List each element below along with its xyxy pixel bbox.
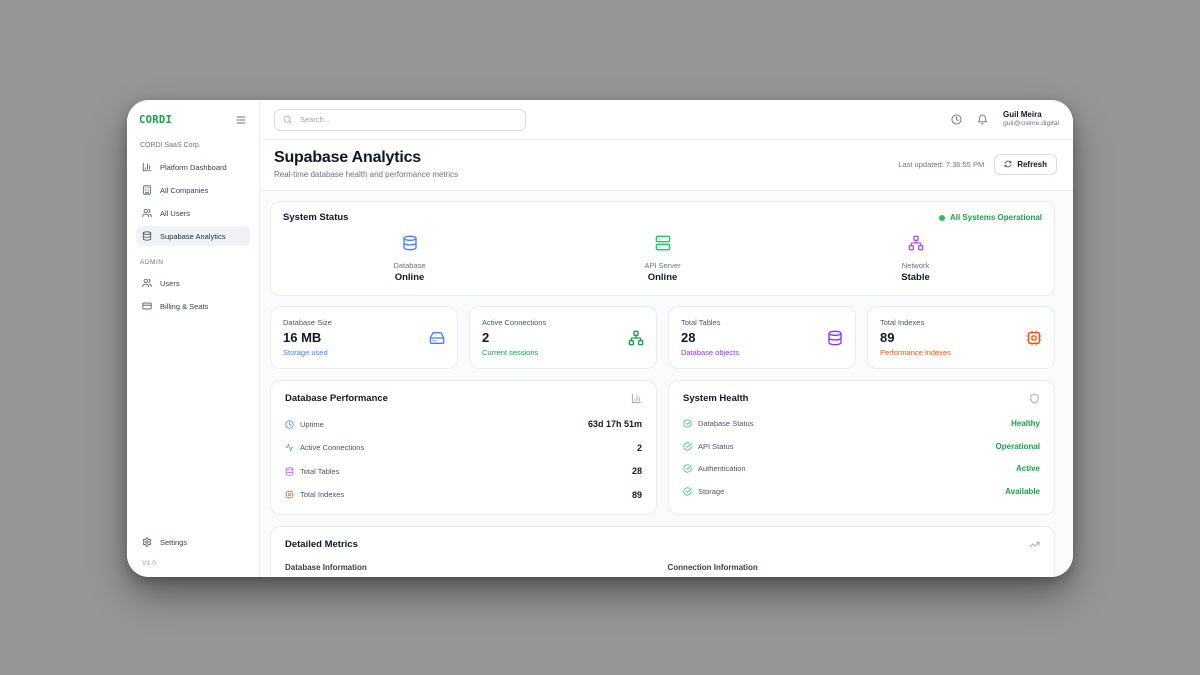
refresh-button[interactable]: Refresh <box>994 154 1057 175</box>
health-row-api-status: API Status Operational <box>683 442 1040 451</box>
sidebar-item-all-companies[interactable]: All Companies <box>136 180 250 200</box>
metric-card-database-size: Database Size 16 MB Storage used <box>270 306 458 369</box>
health-row-authentication: Authentication Active <box>683 464 1040 473</box>
bell-icon[interactable] <box>977 114 988 125</box>
check-circle-icon <box>683 464 692 473</box>
panel-grid: Database Performance Uptime 63d 17h 51m <box>270 380 1055 515</box>
search-box[interactable] <box>274 109 526 131</box>
clock-icon <box>285 420 294 429</box>
status-badge: All Systems Operational <box>939 213 1042 222</box>
database-icon <box>402 235 418 251</box>
metrics-grid: Database Size 16 MB Storage used Active … <box>270 306 1055 369</box>
user-name: Guil Meira <box>1003 110 1059 120</box>
perf-row-total-tables: Total Tables 28 <box>285 466 642 476</box>
page-header-text: Supabase Analytics Real-time database he… <box>274 149 458 179</box>
server-icon <box>655 235 671 251</box>
detail-col-connection-information: Connection Information Active Connection… <box>668 563 1041 578</box>
page-title: Supabase Analytics <box>274 149 458 167</box>
sidebar-item-label: Supabase Analytics <box>160 232 225 241</box>
sidebar-item-label: Users <box>160 279 180 288</box>
building-icon <box>142 185 152 195</box>
users-icon <box>142 208 152 218</box>
menu-icon[interactable] <box>235 114 247 126</box>
sidebar-item-supabase-analytics[interactable]: Supabase Analytics <box>136 226 250 246</box>
main-area: Guil Meira guil@creme.digital Supabase A… <box>260 100 1073 577</box>
system-status-card: System Status All Systems Operational Da… <box>270 201 1055 296</box>
health-row-database-status: Database Status Healthy <box>683 419 1040 428</box>
shield-icon <box>1029 393 1040 404</box>
metric-card-active-connections: Active Connections 2 Current sessions <box>469 306 657 369</box>
brand-logo: CORDI <box>139 114 172 126</box>
database-icon <box>285 467 294 476</box>
search-icon <box>283 115 292 124</box>
sidebar-item-label: All Users <box>160 209 190 218</box>
status-dot-icon <box>939 215 945 221</box>
check-circle-icon <box>683 487 692 496</box>
last-updated-text: Last updated: 7:36:55 PM <box>898 160 984 169</box>
admin-section-label: ADMIN <box>140 259 246 266</box>
sidebar-item-platform-dashboard[interactable]: Platform Dashboard <box>136 157 250 177</box>
perf-row-uptime: Uptime 63d 17h 51m <box>285 419 642 429</box>
sidebar-item-label: Billing & Seats <box>160 302 208 311</box>
sidebar-logo-row: CORDI <box>136 114 250 126</box>
topbar: Guil Meira guil@creme.digital <box>260 100 1073 140</box>
system-status-title: System Status <box>283 212 348 223</box>
check-circle-icon <box>683 419 692 428</box>
search-input[interactable] <box>298 114 517 125</box>
user-block[interactable]: Guil Meira guil@creme.digital <box>1003 110 1059 129</box>
sidebar: CORDI CORDI SaaS Corp. Platform Dashboar… <box>127 100 260 577</box>
bar-chart-icon <box>631 393 642 404</box>
users-icon <box>142 278 152 288</box>
sidebar-item-label: All Companies <box>160 186 208 195</box>
bar-chart-icon <box>142 162 152 172</box>
database-icon <box>142 231 152 241</box>
status-item-api-server: API Server Online <box>536 235 789 283</box>
cpu-icon <box>285 490 294 499</box>
refresh-icon <box>1004 160 1012 168</box>
gear-icon <box>142 537 152 547</box>
page-header: Supabase Analytics Real-time database he… <box>260 140 1073 191</box>
sidebar-item-label: Settings <box>160 538 187 547</box>
sidebar-item-all-users[interactable]: All Users <box>136 203 250 223</box>
status-item-network: Network Stable <box>789 235 1042 283</box>
perf-row-total-indexes: Total Indexes 89 <box>285 490 642 500</box>
credit-card-icon <box>142 301 152 311</box>
activity-icon <box>285 443 294 452</box>
refresh-button-label: Refresh <box>1017 160 1047 169</box>
system-health-panel: System Health Database Status Healthy <box>668 380 1055 515</box>
check-circle-icon <box>683 442 692 451</box>
database-performance-panel: Database Performance Uptime 63d 17h 51m <box>270 380 657 515</box>
topbar-right: Guil Meira guil@creme.digital <box>951 110 1059 129</box>
sidebar-item-settings[interactable]: Settings <box>136 532 250 552</box>
page-content[interactable]: System Status All Systems Operational Da… <box>260 191 1073 577</box>
user-email: guil@creme.digital <box>1003 120 1059 129</box>
app-version: V1.0 <box>142 560 244 567</box>
perf-row-active-connections: Active Connections 2 <box>285 443 642 453</box>
metric-card-total-indexes: Total Indexes 89 Performance indexes <box>867 306 1055 369</box>
app-window: CORDI CORDI SaaS Corp. Platform Dashboar… <box>127 100 1073 577</box>
status-item-database: Database Online <box>283 235 536 283</box>
metric-card-total-tables: Total Tables 28 Database objects <box>668 306 856 369</box>
org-label: CORDI SaaS Corp. <box>140 142 246 149</box>
status-grid: Database Online API Server Online Networ… <box>283 235 1042 283</box>
detail-col-database-information: Database Information Database Size: 16 M… <box>285 563 658 578</box>
cpu-icon <box>1026 330 1042 346</box>
hard-drive-icon <box>429 330 445 346</box>
network-icon <box>908 235 924 251</box>
sidebar-item-users[interactable]: Users <box>136 273 250 293</box>
sidebar-item-label: Platform Dashboard <box>160 163 227 172</box>
clock-icon[interactable] <box>951 114 962 125</box>
trending-up-icon <box>1029 539 1040 550</box>
detailed-metrics-card: Detailed Metrics Database Information Da… <box>270 526 1055 578</box>
sidebar-item-billing-seats[interactable]: Billing & Seats <box>136 296 250 316</box>
network-icon <box>628 330 644 346</box>
page-subtitle: Real-time database health and performanc… <box>274 170 458 179</box>
page-header-actions: Last updated: 7:36:55 PM Refresh <box>898 154 1057 175</box>
health-row-storage: Storage Available <box>683 487 1040 496</box>
database-icon <box>827 330 843 346</box>
